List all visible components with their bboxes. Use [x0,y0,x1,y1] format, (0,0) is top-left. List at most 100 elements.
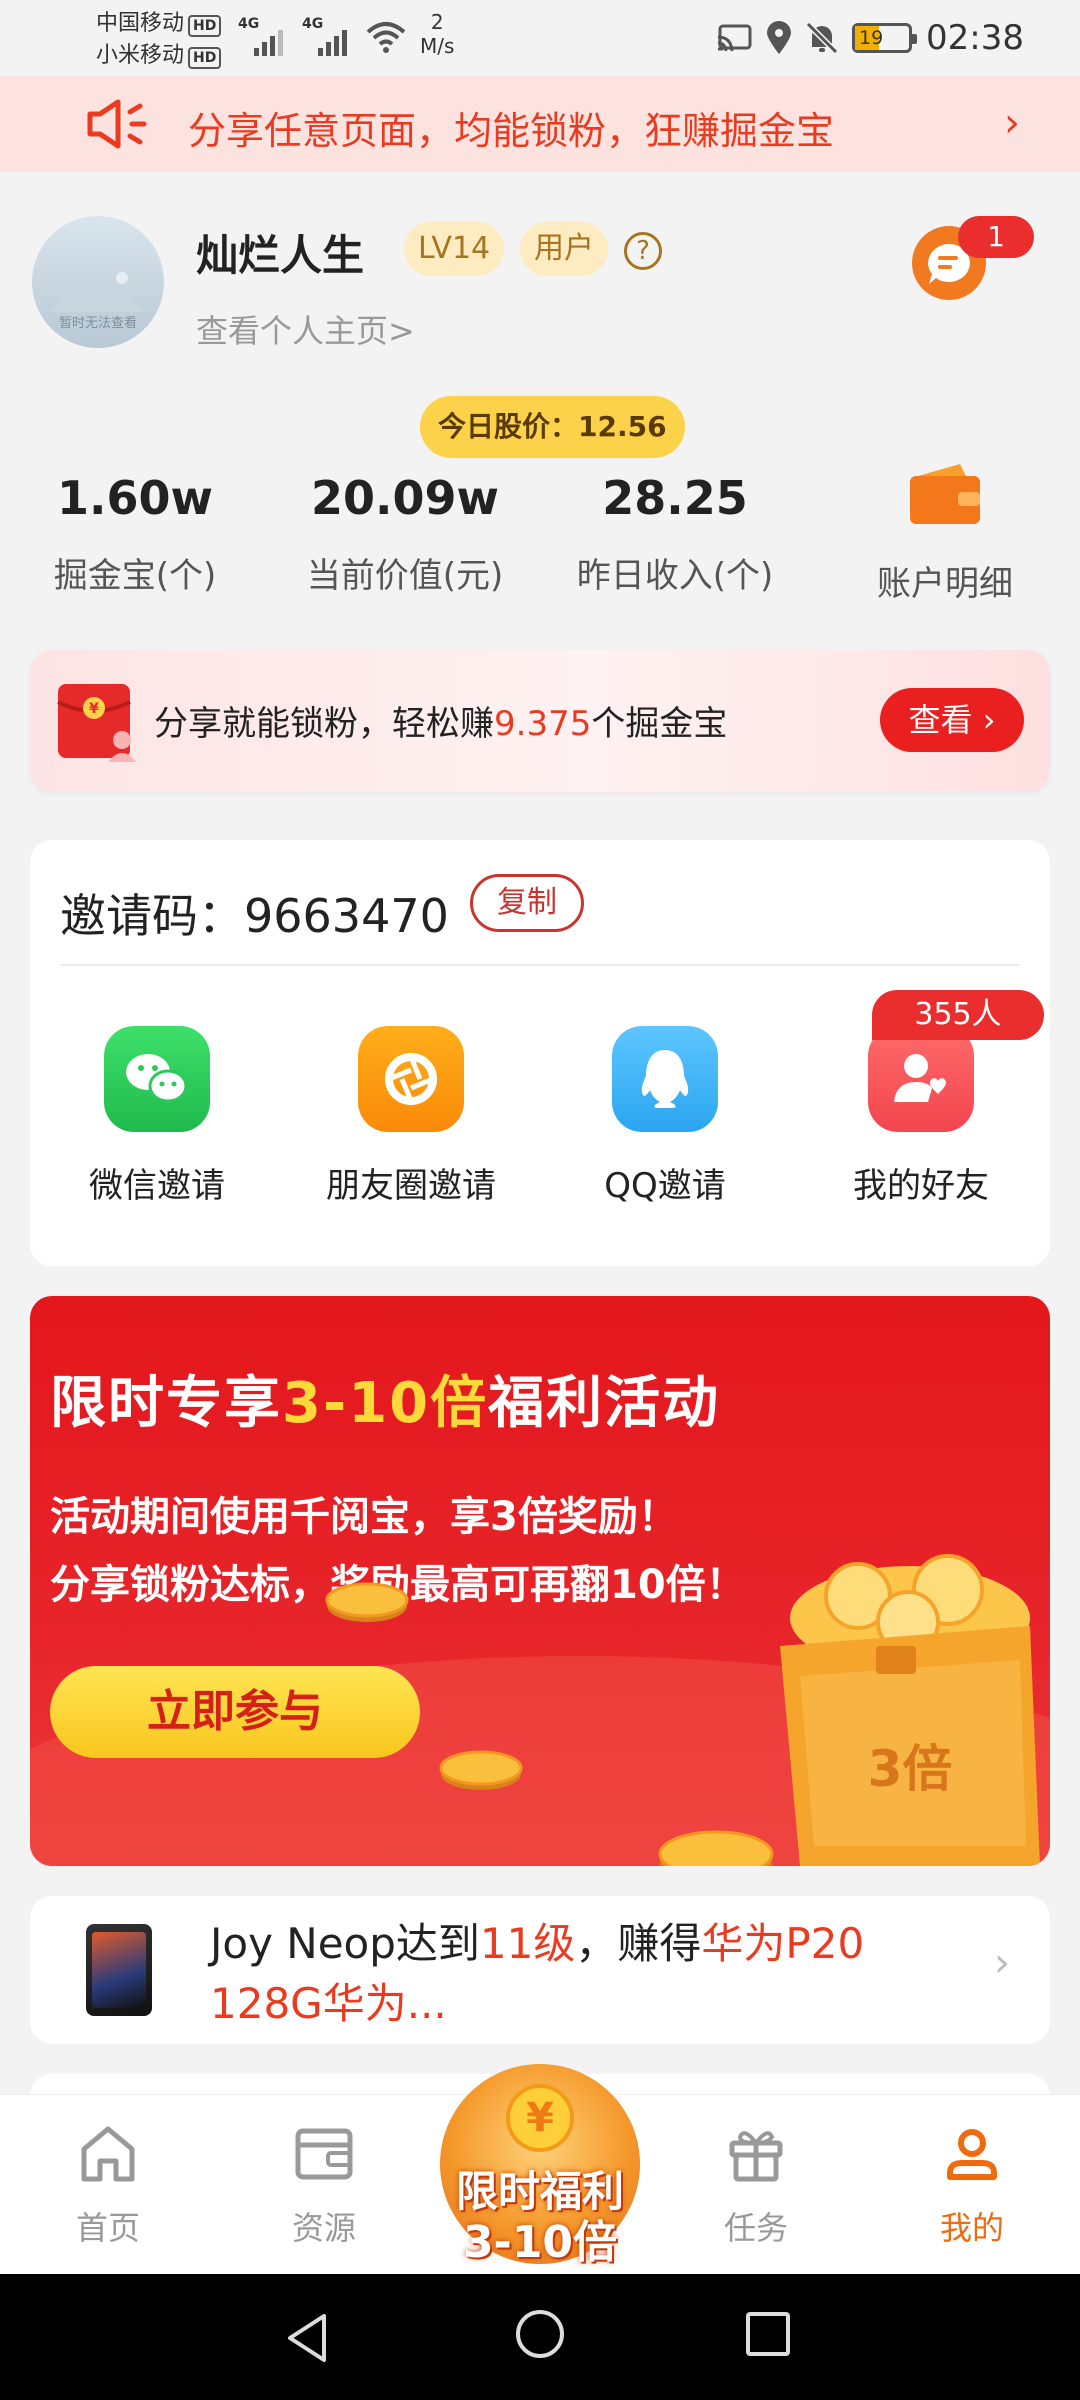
tab-resources[interactable]: 资源 [244,2121,404,2249]
share-card[interactable]: ¥ 分享就能锁粉，轻松赚9.375个掘金宝 查看 › [30,650,1050,792]
invite-qq[interactable]: QQ邀请 [540,1026,790,1207]
welfare-line-2: 3-10倍 [462,2217,618,2268]
promo-text: 分享任意页面，均能锁粉，狂赚掘金宝 [188,109,835,153]
view-button[interactable]: 查看 › [880,688,1024,752]
phone-image [86,1924,152,2016]
promo-strip[interactable]: 分享任意页面，均能锁粉，狂赚掘金宝 › [0,76,1080,172]
svg-text:¥: ¥ [89,701,99,717]
invite-card: 邀请码：9663470 复制 微信邀请 朋友圈邀请 QQ邀请 我的好友 [30,840,1050,1266]
red-packet-icon: ¥ [57,684,136,762]
clock: 02:38 [926,18,1024,58]
stock-price-pill: 今日股价：12.56 [420,396,685,458]
wechat-icon [104,1026,210,1132]
join-now-button[interactable]: 立即参与 [50,1666,420,1758]
home-circle-icon[interactable] [516,2310,564,2358]
carrier-1: 中国移动 [96,11,185,36]
invite-label: 朋友圈邀请 [326,1166,496,1206]
profile-link[interactable]: 查看个人主页> [196,306,415,352]
chest-label: 3倍 [868,1740,953,1798]
wallet-icon[interactable] [908,462,982,526]
coin-icon [325,1582,409,1622]
achievement-card[interactable]: Joy Neop达到11级，赚得华为P20 128G华为... › [30,1896,1050,2044]
invite-code-label: 邀请码： [60,889,244,943]
share-card-text: 分享就能锁粉，轻松赚9.375个掘金宝 [154,696,727,745]
speed-value: 2 [430,10,444,34]
friend-count-badge: 355人 [872,990,1044,1040]
system-nav-bar [0,2274,1080,2400]
speed-unit: M/s [420,34,455,58]
tab-label: 我的 [939,2209,1004,2247]
stat-yesterday-income[interactable]: 28.25 昨日收入(个) [540,468,810,597]
tab-label: 资源 [291,2209,356,2247]
tab-mine[interactable]: 我的 [892,2121,1052,2249]
gift-icon [729,2131,783,2182]
chevron-right-icon: › [1004,100,1020,146]
hd-badge: HD [188,47,222,69]
achievement-text-2: ，赚得 [575,1919,702,1968]
carrier-info: 中国移动 HD 小米移动 HD [96,8,222,72]
tab-label: 首页 [75,2209,140,2247]
avatar-caption: 暂时无法查看 [58,316,137,331]
limited-welfare-button[interactable]: ¥ 限时福利 3-10倍 [440,2064,640,2268]
achievement-text-1: 达到 [395,1919,480,1968]
treasure-chest-icon: 3倍 [780,1554,1040,1866]
stat-value: 28.25 [602,471,748,525]
mute-icon [806,21,839,55]
role-badge: 用户 [520,222,608,276]
invite-code-value: 9663470 [244,889,449,943]
share-suffix: 个掘金宝 [591,704,728,744]
view-button-label: 查看 [908,701,973,739]
invite-label: QQ邀请 [604,1166,726,1206]
hd-badge: HD [188,15,222,37]
share-amount: 9.375 [494,704,592,744]
activity-banner[interactable]: 限时专享3-10倍福利活动 活动期间使用千阅宝，享3倍奖励！ 分享锁粉达标，奖励… [30,1296,1050,1866]
stat-value: 20.09w [311,471,499,525]
invite-label: 微信邀请 [89,1166,225,1206]
cast-icon [717,24,752,52]
invite-moments[interactable]: 朋友圈邀请 [286,1026,536,1207]
moments-icon [358,1026,464,1132]
invite-code: 邀请码：9663470 [60,880,449,946]
wallet-icon [295,2128,353,2180]
divider [60,964,1020,966]
invite-wechat[interactable]: 微信邀请 [32,1026,282,1207]
tab-tasks[interactable]: 任务 [676,2121,836,2249]
stat-coins[interactable]: 1.60w 掘金宝(个) [0,468,270,597]
battery-level: 19 [859,27,884,49]
recent-apps-icon[interactable] [746,2312,790,2356]
invite-label: 我的好友 [853,1166,989,1206]
chevron-right-icon: › [994,1940,1010,1986]
avatar[interactable]: 暂时无法查看 [32,216,164,348]
message-badge: 1 [958,216,1034,258]
stat-value-yuan[interactable]: 20.09w 当前价值(元) [270,468,540,597]
image-placeholder-icon [50,272,146,312]
qq-icon [612,1026,718,1132]
achievement-level: 11级 [479,1919,576,1968]
net-speed: 2 M/s [420,10,454,58]
friends-icon [868,1026,974,1132]
location-icon [767,21,792,54]
achievement-text: Joy Neop达到11级，赚得华为P20 128G华为... [210,1914,930,2034]
invite-my-friends[interactable]: 我的好友 [796,1026,1046,1207]
banner-title-b: 3-10倍 [282,1371,489,1436]
battery-icon: 19 [852,23,918,53]
carrier-2: 小米移动 [96,43,185,68]
tab-home[interactable]: 首页 [28,2121,188,2249]
megaphone-icon [87,99,147,149]
home-icon [81,2126,135,2182]
help-icon[interactable]: ? [624,232,662,270]
copy-button[interactable]: 复制 [470,874,584,932]
user-icon [947,2129,997,2180]
banner-title-c: 福利活动 [488,1371,721,1436]
achiever-name: Joy Neop [210,1919,396,1968]
account-detail-label[interactable]: 账户明细 [840,556,1050,605]
tab-label: 任务 [723,2209,788,2247]
wifi-icon [366,22,406,53]
stat-label: 当前价值(元) [306,556,504,596]
status-bar: 中国移动 HD 小米移动 HD 4G 4G 2 M/s 19 02:38 [0,0,1080,76]
share-prefix: 分享就能锁粉，轻松赚 [154,704,494,744]
back-icon[interactable] [284,2312,332,2364]
banner-title: 限时专享3-10倍福利活动 [50,1358,720,1439]
username: 灿烂人生 [196,231,365,280]
yuan-coin-icon: ¥ [506,2084,574,2152]
